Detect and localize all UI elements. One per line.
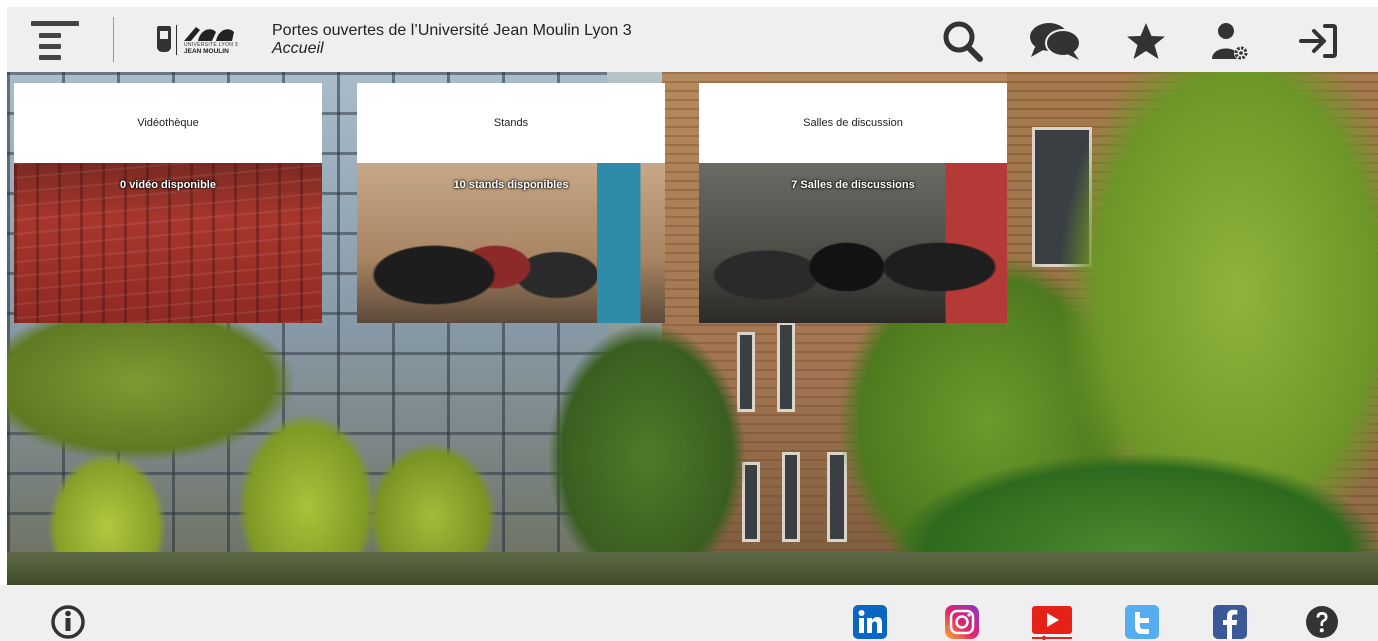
footer-bar [0,585,1378,641]
top-header: UNIVERSITÉ LYON 3 JEAN MOULIN Portes ouv… [7,7,1378,72]
tile-caption: 0 vidéo disponible [120,179,216,191]
youtube-icon[interactable] [1030,604,1074,641]
menu-icon[interactable] [31,19,81,61]
star-icon[interactable] [1123,19,1169,63]
chat-icon[interactable] [1027,19,1083,63]
university-logo[interactable]: UNIVERSITÉ LYON 3 JEAN MOULIN [157,24,247,58]
tile-title: Salles de discussion [699,83,1007,163]
tile-title: Vidéothèque [14,83,322,163]
logo-mark-icon [184,27,234,41]
logo-text-bottom: JEAN MOULIN [184,48,229,55]
search-icon[interactable] [940,19,986,63]
info-icon[interactable] [50,604,86,640]
tile-caption: 10 stands disponibles [453,179,569,191]
linkedin-icon[interactable] [852,604,888,640]
tile-salles-de-discussion[interactable]: Salles de discussion 7 Salles de discuss… [699,83,1007,323]
page-title-block: Portes ouvertes de l’Université Jean Mou… [272,22,632,58]
help-icon[interactable] [1304,604,1340,640]
user-settings-icon[interactable] [1207,19,1253,63]
facebook-icon[interactable] [1212,604,1248,640]
crest-icon [157,26,171,52]
twitter-icon[interactable] [1124,604,1160,640]
page-subtitle: Accueil [272,40,324,57]
logout-icon[interactable] [1295,19,1341,63]
tile-stands[interactable]: Stands 10 stands disponibles [357,83,665,323]
header-divider [113,17,114,62]
tile-title: Stands [357,83,665,163]
tile-videotheque[interactable]: Vidéothèque 0 vidéo disponible [14,83,322,323]
tile-caption: 7 Salles de discussions [791,179,915,191]
page-title: Portes ouvertes de l’Université Jean Mou… [272,22,632,39]
instagram-icon[interactable] [944,604,980,640]
